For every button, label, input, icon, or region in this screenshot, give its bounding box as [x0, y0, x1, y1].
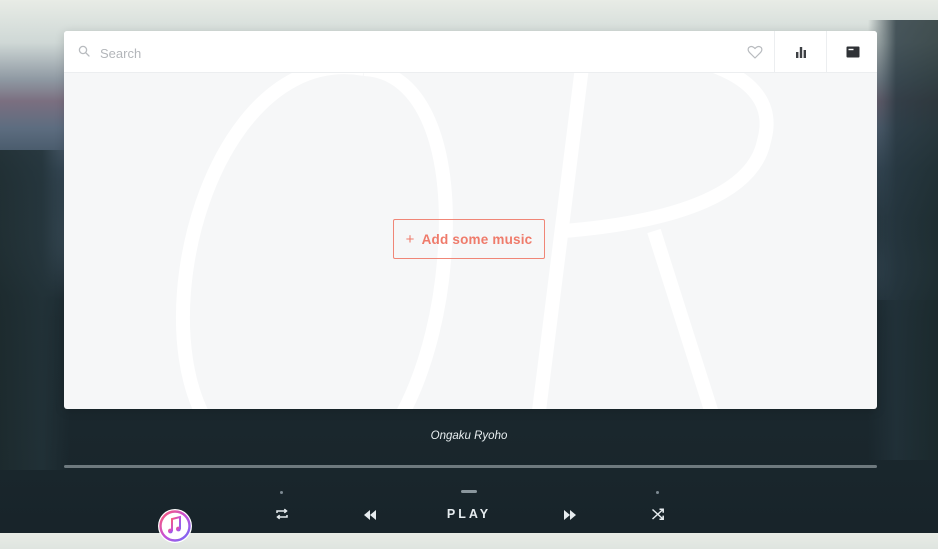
favorite-button[interactable]: [744, 42, 766, 62]
shuffle-icon: [651, 508, 664, 520]
search-bar: [64, 31, 877, 73]
next-button[interactable]: [559, 506, 581, 524]
equalizer-icon: [795, 46, 806, 58]
progress-bar[interactable]: [64, 465, 877, 468]
equalizer-button[interactable]: [774, 31, 826, 72]
background-trees-right: [868, 20, 938, 460]
previous-button[interactable]: [359, 506, 381, 524]
search-input[interactable]: [98, 42, 742, 64]
background-trees-left: [0, 150, 70, 470]
rewind-icon: [364, 510, 376, 520]
search-icon: [78, 45, 90, 57]
library-panel: + Add some music: [64, 31, 877, 409]
heart-icon: [747, 45, 763, 59]
shuffle-button[interactable]: [648, 505, 668, 523]
shuffle-indicator-dot: [656, 491, 659, 494]
itunes-icon: [158, 509, 192, 543]
add-music-button[interactable]: + Add some music: [393, 219, 545, 259]
playlist-button[interactable]: [826, 31, 877, 72]
play-button[interactable]: PLAY: [440, 505, 498, 523]
fast-forward-icon: [564, 510, 576, 520]
repeat-indicator-dot: [280, 491, 283, 494]
add-music-label: Add some music: [421, 231, 533, 247]
track-title: Ongaku Ryoho: [430, 430, 508, 442]
itunes-app-button[interactable]: [157, 508, 193, 544]
repeat-button[interactable]: [272, 505, 292, 523]
playlist-icon: [846, 46, 859, 57]
repeat-icon: [276, 508, 288, 520]
play-indicator-dash: [461, 490, 477, 493]
plus-icon: +: [405, 230, 415, 248]
